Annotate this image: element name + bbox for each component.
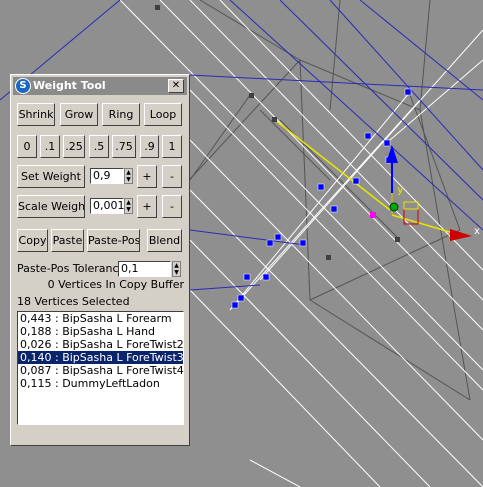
set-weight-field[interactable]: 0,9 <box>90 168 124 184</box>
bone-list-item[interactable]: 0,188 : BipSasha L Hand <box>18 325 183 338</box>
gizmo-x-label: x <box>474 226 480 237</box>
set-weight-minus-button[interactable]: - <box>162 165 182 188</box>
bone-weight-list[interactable]: 0,443 : BipSasha L Forearm 0,188 : BipSas… <box>17 311 184 425</box>
preset-075-button[interactable]: .75 <box>112 135 136 158</box>
transform-gizmo[interactable] <box>370 145 472 241</box>
set-weight-spinner[interactable]: ▲ ▼ <box>124 168 133 184</box>
scale-weight-spinner[interactable]: ▲ ▼ <box>124 198 133 214</box>
bone-list-item[interactable]: 0,443 : BipSasha L Forearm <box>18 312 183 325</box>
scale-weight-minus-button[interactable]: - <box>162 195 182 218</box>
tolerance-label: Paste-Pos Tolerance <box>17 262 126 275</box>
bone-list-item[interactable]: 0,087 : BipSasha L ForeTwist4 <box>18 364 184 377</box>
3dsmax-logo-icon: S <box>15 78 31 94</box>
tolerance-field[interactable]: 0,1 <box>118 261 171 277</box>
copy-button[interactable]: Copy <box>17 229 48 252</box>
weight-tool-panel: S Weight Tool ✕ Shrink Grow Ring Loop 0 … <box>10 74 190 446</box>
gizmo-y-label: y <box>397 183 404 196</box>
copy-buffer-status: 0 Vertices In Copy Buffer <box>47 278 184 291</box>
ring-button[interactable]: Ring <box>102 103 140 126</box>
scale-weight-plus-button[interactable]: + <box>137 195 157 218</box>
wireframe-gray <box>179 0 471 401</box>
paste-button[interactable]: Paste <box>51 229 84 252</box>
set-weight-plus-button[interactable]: + <box>137 165 157 188</box>
blend-button[interactable]: Blend <box>147 229 182 252</box>
preset-025-button[interactable]: .25 <box>63 135 85 158</box>
title-bar[interactable]: S Weight Tool ✕ <box>13 77 187 95</box>
shrink-button[interactable]: Shrink <box>17 103 55 126</box>
close-icon[interactable]: ✕ <box>168 79 184 93</box>
scale-weight-button[interactable]: Scale Weight <box>17 195 85 218</box>
set-weight-button[interactable]: Set Weight <box>17 165 85 188</box>
bone-list-item[interactable]: 0,140 : BipSasha L ForeTwist3 <box>18 351 184 364</box>
tolerance-spinner[interactable]: ▲ ▼ <box>172 261 181 277</box>
preset-01-button[interactable]: .1 <box>40 135 60 158</box>
preset-05-button[interactable]: .5 <box>89 135 109 158</box>
bone-list-item[interactable]: 0,026 : BipSasha L ForeTwist2 <box>18 338 184 351</box>
vertices-selected-status: 18 Vertices Selected <box>17 295 130 308</box>
bone-list-item[interactable]: 0,115 : DummyLeftLadon <box>18 377 183 390</box>
window-title: Weight Tool <box>33 79 106 92</box>
preset-0-button[interactable]: 0 <box>17 135 37 158</box>
preset-1-button[interactable]: 1 <box>162 135 182 158</box>
preset-09-button[interactable]: .9 <box>140 135 159 158</box>
loop-button[interactable]: Loop <box>144 103 182 126</box>
paste-pos-button[interactable]: Paste-Pos <box>87 229 140 252</box>
scale-weight-field[interactable]: 0,001 <box>90 198 125 214</box>
grow-button[interactable]: Grow <box>60 103 98 126</box>
